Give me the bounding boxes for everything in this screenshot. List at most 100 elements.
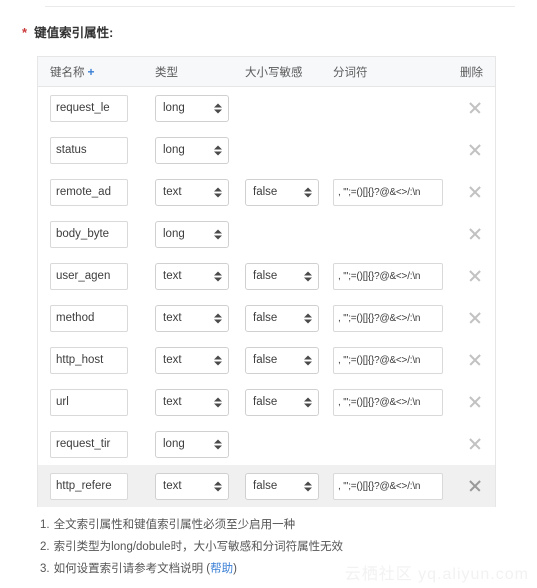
key-name-input[interactable]: method <box>50 304 128 332</box>
key-name-input[interactable]: status <box>50 136 128 164</box>
type-select[interactable]: text <box>155 388 229 416</box>
key-name-input[interactable]: user_agen <box>50 262 128 290</box>
cell-type: long <box>143 430 233 458</box>
type-select[interactable]: text <box>155 472 229 500</box>
table-body: request_le long status long remote_ad text fal… <box>38 87 495 507</box>
case-sensitive-value: false <box>253 395 278 408</box>
chevron-updown-icon[interactable] <box>214 143 222 158</box>
close-icon[interactable] <box>467 100 483 116</box>
type-select[interactable]: text <box>155 178 229 206</box>
watermark: 云栖社区 yq.aliyun.com <box>344 566 529 583</box>
chevron-updown-icon[interactable] <box>304 479 312 494</box>
chevron-updown-icon[interactable] <box>214 311 222 326</box>
chevron-updown-icon[interactable] <box>304 269 312 284</box>
key-name-input[interactable]: body_byte <box>50 220 128 248</box>
help-link[interactable]: 帮助 <box>210 563 233 575</box>
top-divider <box>45 6 515 7</box>
type-select-value: long <box>163 101 185 114</box>
case-sensitive-value: false <box>253 185 278 198</box>
column-header-delete: 删除 <box>460 66 483 79</box>
type-select[interactable]: text <box>155 262 229 290</box>
note-number: 3. <box>40 563 50 575</box>
cell-key-name: user_agen <box>38 262 143 290</box>
cell-type: text <box>143 178 233 206</box>
type-select[interactable]: text <box>155 346 229 374</box>
cell-case-sensitive <box>233 431 321 458</box>
cell-type: long <box>143 94 233 122</box>
close-icon[interactable] <box>467 142 483 158</box>
tokenizer-input[interactable]: , '";=()[]{}?@&<>/:\n <box>333 472 443 500</box>
case-sensitive-select[interactable]: false <box>245 472 319 500</box>
chevron-updown-icon[interactable] <box>214 353 222 368</box>
close-icon[interactable] <box>467 226 483 242</box>
tokenizer-empty <box>333 431 443 458</box>
close-icon[interactable] <box>467 436 483 452</box>
cell-tokenizer: , '";=()[]{}?@&<>/:\n <box>321 304 443 332</box>
column-header-case-sensitive: 大小写敏感 <box>245 66 303 79</box>
key-name-input[interactable]: remote_ad <box>50 178 128 206</box>
type-select[interactable]: long <box>155 430 229 458</box>
close-icon[interactable] <box>467 184 483 200</box>
cell-tokenizer: , '";=()[]{}?@&<>/:\n <box>321 388 443 416</box>
cell-tokenizer <box>321 95 443 122</box>
case-sensitive-select[interactable]: false <box>245 178 319 206</box>
tokenizer-empty <box>333 95 443 122</box>
chevron-updown-icon[interactable] <box>214 437 222 452</box>
note-number: 2. <box>40 541 50 553</box>
chevron-updown-icon[interactable] <box>214 269 222 284</box>
type-select[interactable]: long <box>155 136 229 164</box>
cell-tokenizer: , '";=()[]{}?@&<>/:\n <box>321 178 443 206</box>
case-sensitive-select[interactable]: false <box>245 262 319 290</box>
key-name-input[interactable]: request_le <box>50 94 128 122</box>
close-icon[interactable] <box>467 394 483 410</box>
key-name-input[interactable]: http_refere <box>50 472 128 500</box>
chevron-updown-icon[interactable] <box>214 479 222 494</box>
table-row: url text false , '";=()[]{}?@&<>/:\n <box>38 381 495 423</box>
close-icon[interactable] <box>467 268 483 284</box>
case-sensitive-value: false <box>253 353 278 366</box>
close-icon[interactable] <box>467 478 483 494</box>
cell-delete <box>443 352 495 368</box>
chevron-updown-icon[interactable] <box>214 227 222 242</box>
chevron-updown-icon[interactable] <box>214 185 222 200</box>
table-header-row: 键名称 + 类型 大小写敏感 分词符 删除 <box>38 57 495 87</box>
key-name-input[interactable]: http_host <box>50 346 128 374</box>
cell-tokenizer <box>321 137 443 164</box>
case-sensitive-select[interactable]: false <box>245 304 319 332</box>
chevron-updown-icon[interactable] <box>304 311 312 326</box>
cell-case-sensitive: false <box>233 346 321 374</box>
tokenizer-input[interactable]: , '";=()[]{}?@&<>/:\n <box>333 178 443 206</box>
type-select-value: long <box>163 227 185 240</box>
cell-case-sensitive: false <box>233 388 321 416</box>
chevron-updown-icon[interactable] <box>304 185 312 200</box>
tokenizer-input[interactable]: , '";=()[]{}?@&<>/:\n <box>333 304 443 332</box>
chevron-updown-icon[interactable] <box>304 353 312 368</box>
case-sensitive-select[interactable]: false <box>245 388 319 416</box>
type-select-value: text <box>163 311 182 324</box>
cell-tokenizer: , '";=()[]{}?@&<>/:\n <box>321 346 443 374</box>
cell-key-name: request_tir <box>38 430 143 458</box>
cell-case-sensitive: false <box>233 262 321 290</box>
key-name-input[interactable]: url <box>50 388 128 416</box>
close-icon[interactable] <box>467 310 483 326</box>
tokenizer-input[interactable]: , '";=()[]{}?@&<>/:\n <box>333 388 443 416</box>
case-sensitive-select[interactable]: false <box>245 346 319 374</box>
column-header-type: 类型 <box>155 66 178 79</box>
type-select[interactable]: long <box>155 220 229 248</box>
cell-type: text <box>143 304 233 332</box>
type-select[interactable]: text <box>155 304 229 332</box>
chevron-updown-icon[interactable] <box>214 395 222 410</box>
tokenizer-input[interactable]: , '";=()[]{}?@&<>/:\n <box>333 262 443 290</box>
chevron-updown-icon[interactable] <box>304 395 312 410</box>
section-title: 键值索引属性: <box>34 26 114 40</box>
table-row: http_refere text false , '";=()[]{}?@&<>/:\… <box>38 465 495 507</box>
add-key-icon[interactable]: + <box>88 65 95 79</box>
key-name-input[interactable]: request_tir <box>50 430 128 458</box>
tokenizer-input[interactable]: , '";=()[]{}?@&<>/:\n <box>333 346 443 374</box>
close-icon[interactable] <box>467 352 483 368</box>
type-select-value: long <box>163 143 185 156</box>
cell-delete <box>443 100 495 116</box>
chevron-updown-icon[interactable] <box>214 101 222 116</box>
type-select[interactable]: long <box>155 94 229 122</box>
column-header-key-name: 键名称 + <box>50 64 95 79</box>
